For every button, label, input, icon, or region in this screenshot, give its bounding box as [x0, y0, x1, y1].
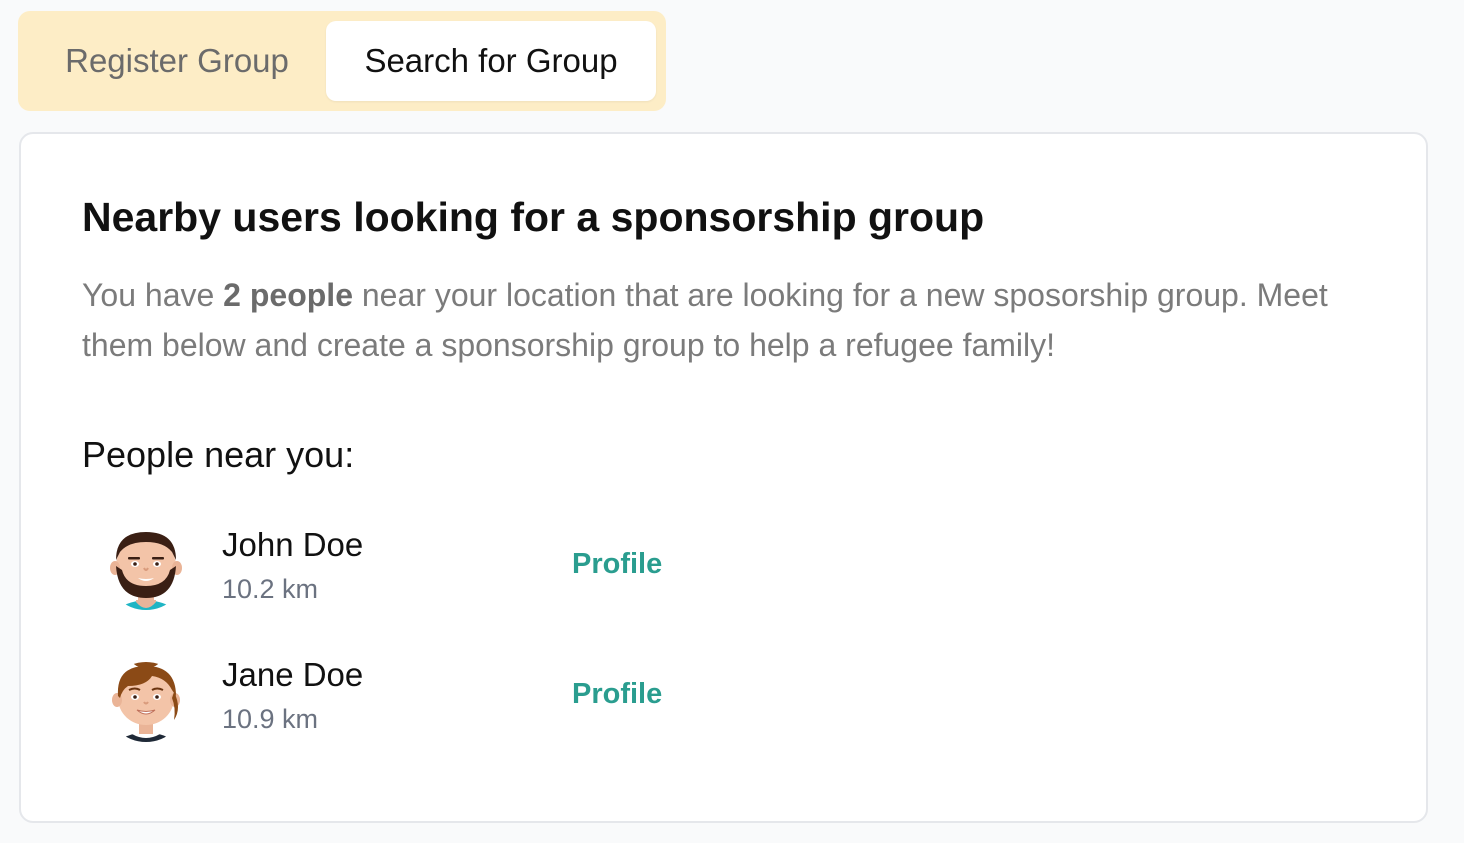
person-name: John Doe: [222, 526, 364, 563]
card-title: Nearby users looking for a sponsorship g…: [82, 194, 985, 240]
nearby-users-card: Nearby users looking for a sponsorship g…: [19, 132, 1428, 823]
person-distance: 10.9 km: [222, 704, 319, 734]
person-list-item: Jane Doe 10.9 km Profile: [82, 652, 782, 752]
male-avatar-icon: [106, 530, 186, 610]
female-avatar-icon: [106, 662, 186, 742]
card-description: You have 2 people near your location tha…: [82, 270, 1382, 370]
profile-link[interactable]: Profile: [572, 548, 662, 581]
person-name: Jane Doe: [222, 656, 364, 693]
people-near-you-heading: People near you:: [82, 434, 355, 475]
tab-search-for-group[interactable]: Search for Group: [326, 21, 656, 101]
people-count: 2 people: [223, 277, 353, 313]
tab-bar: Register Group Search for Group: [18, 11, 666, 111]
profile-link[interactable]: Profile: [572, 678, 662, 711]
person-list-item: John Doe 10.2 km Profile: [82, 522, 782, 622]
person-distance: 10.2 km: [222, 574, 319, 604]
description-prefix: You have: [82, 277, 224, 313]
tab-register-group[interactable]: Register Group: [28, 21, 326, 101]
